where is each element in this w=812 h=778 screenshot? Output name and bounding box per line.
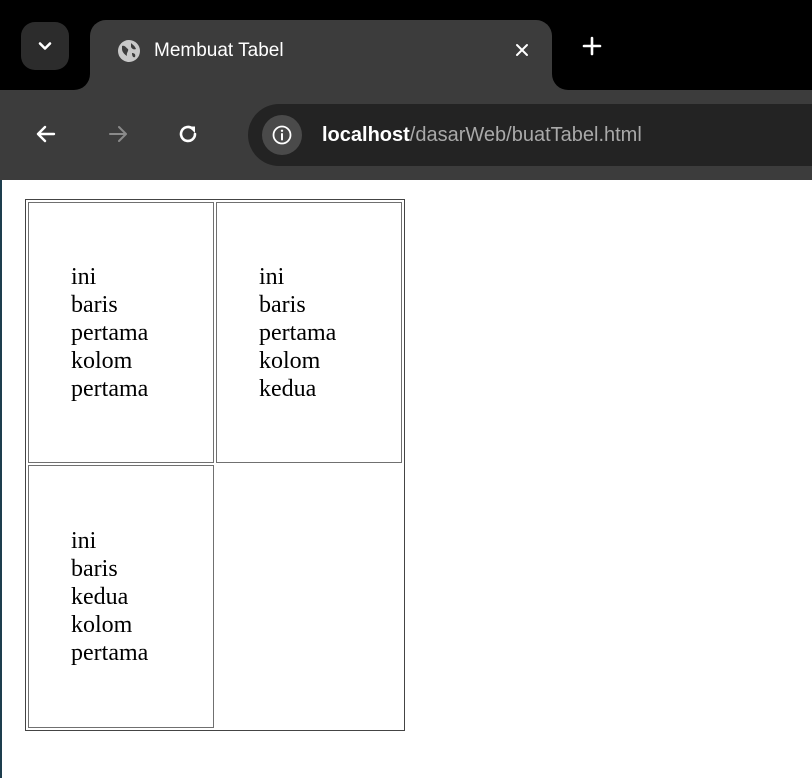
- cell-text: ini baris kedua kolom pertama: [71, 527, 149, 666]
- forward-button[interactable]: [102, 118, 134, 150]
- page-content: ini baris pertama kolom pertama ini bari…: [0, 180, 812, 778]
- reload-button[interactable]: [172, 118, 204, 150]
- cell-text: ini baris pertama kolom kedua: [259, 263, 337, 402]
- tab-search-button[interactable]: [21, 22, 69, 70]
- reload-icon: [179, 125, 197, 143]
- tab-close-button[interactable]: [508, 36, 536, 64]
- table-row: ini baris pertama kolom pertama ini bari…: [28, 202, 402, 463]
- table-row: ini baris kedua kolom pertama: [28, 465, 402, 728]
- arrow-left-icon: [36, 125, 56, 143]
- url-path: /dasarWeb/buatTabel.html: [409, 124, 642, 146]
- tab-title: Membuat Tabel: [154, 40, 284, 61]
- table-cell: ini baris pertama kolom pertama: [28, 202, 214, 463]
- data-table: ini baris pertama kolom pertama ini bari…: [25, 199, 405, 731]
- globe-icon: [118, 40, 140, 62]
- url-text: localhost/dasarWeb/buatTabel.html: [322, 120, 642, 150]
- site-info-button[interactable]: [262, 115, 302, 155]
- info-icon: [272, 125, 292, 145]
- table-cell-empty: [216, 465, 402, 728]
- address-bar[interactable]: localhost/dasarWeb/buatTabel.html: [248, 104, 812, 166]
- tab-strip: Membuat Tabel: [0, 0, 812, 90]
- tab-active[interactable]: Membuat Tabel: [90, 20, 552, 90]
- close-icon: [516, 44, 528, 56]
- table-cell: ini baris pertama kolom kedua: [216, 202, 402, 463]
- arrow-right-icon: [109, 126, 127, 142]
- browser-toolbar: localhost/dasarWeb/buatTabel.html: [0, 90, 812, 180]
- table-cell: ini baris kedua kolom pertama: [28, 465, 214, 728]
- url-host: localhost: [322, 124, 410, 146]
- chevron-down-icon: [38, 42, 52, 50]
- plus-icon: [582, 36, 602, 56]
- cell-text: ini baris pertama kolom pertama: [71, 263, 149, 402]
- new-tab-button[interactable]: [578, 32, 606, 60]
- back-button[interactable]: [30, 118, 62, 150]
- browser-window: Membuat Tabel localhost/dasarWeb/buatTab…: [0, 0, 812, 778]
